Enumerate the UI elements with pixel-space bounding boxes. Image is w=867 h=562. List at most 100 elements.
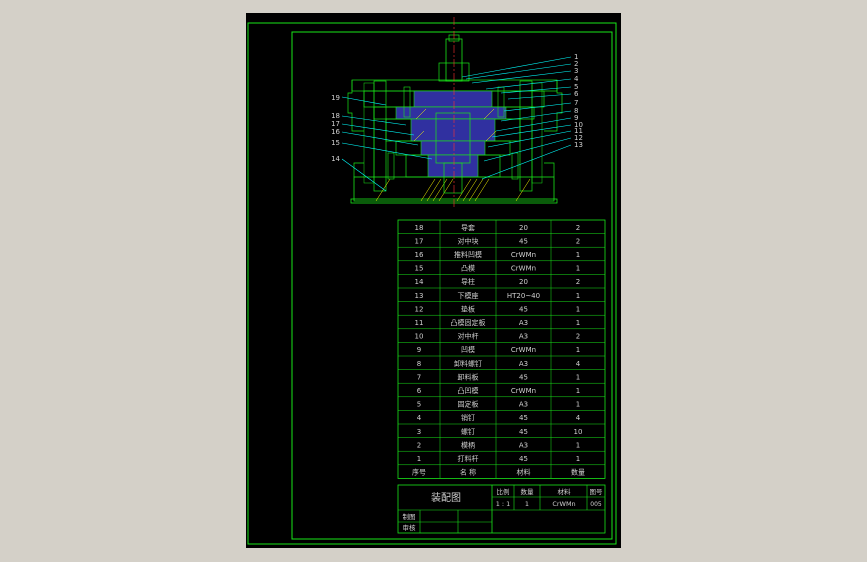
- bom-row-no: 6: [417, 387, 422, 395]
- bill-of-materials-table: 18 导套 20 217 对中块 45 216 推料凹模 CrWMn 115 凸模 CrWMn 114 导…: [397, 219, 606, 479]
- bom-row-material: A3: [519, 441, 528, 449]
- bom-row-no: 14: [415, 278, 424, 286]
- bom-row-name: 模柄: [461, 440, 475, 449]
- callout-15: 15: [331, 139, 340, 147]
- bom-row-qty: 1: [576, 292, 580, 300]
- die-assembly-section-view: [347, 17, 563, 209]
- bom-row-qty: 1: [576, 265, 580, 273]
- bom-row-material: CrWMn: [511, 346, 536, 354]
- bom-row-material: 45: [519, 373, 528, 381]
- bom-row-qty: 1: [576, 455, 580, 463]
- bom-row-qty: 4: [576, 360, 581, 368]
- bom-row-qty: 2: [576, 333, 580, 341]
- bom-row-material: 20: [519, 224, 528, 232]
- bom-row-name: 下模座: [458, 291, 479, 300]
- bom-row-no: 18: [415, 224, 424, 232]
- bom-row-no: 16: [415, 251, 424, 259]
- bom-row-qty: 10: [574, 428, 583, 436]
- bom-row-name: 凸模固定板: [451, 318, 486, 327]
- bom-row-no: 17: [415, 237, 424, 245]
- bom-row-no: 12: [415, 305, 424, 313]
- callout-6: 6: [574, 90, 579, 98]
- bom-row-no: 5: [417, 401, 421, 409]
- callout-17: 17: [331, 120, 340, 128]
- drawn-label: 制图: [403, 512, 416, 521]
- bom-row-material: 20: [519, 278, 528, 286]
- qty-label: 数量: [521, 487, 535, 496]
- checked-label: 审核: [403, 523, 417, 532]
- title-block: 装配图 比例 1 : 1 数量 1 材料 CrWMn 图号 005 制图 审核: [397, 484, 606, 534]
- bom-row-material: 45: [519, 455, 528, 463]
- bom-row-no: 13: [415, 292, 424, 300]
- assembly-drawing: 1 2 3 4 5 6 7 8 9 10 11 12 13 19 18 17 1…: [247, 17, 617, 545]
- bom-row-material: A3: [519, 319, 528, 327]
- bom-header-name: 名 称: [460, 468, 476, 477]
- callout-16: 16: [331, 128, 340, 136]
- bom-row-material: 45: [519, 237, 528, 245]
- bom-row-qty: 1: [576, 346, 580, 354]
- bom-row-material: A3: [519, 401, 528, 409]
- bom-row-name: 对中块: [458, 236, 479, 245]
- callout-7: 7: [574, 99, 578, 107]
- bom-header-material: 材料: [517, 468, 531, 477]
- bom-row-no: 9: [417, 346, 421, 354]
- bom-row-material: CrWMn: [511, 387, 536, 395]
- bom-row-name: 凹模: [461, 345, 475, 354]
- bom-row-no: 15: [415, 265, 424, 273]
- callout-13: 13: [574, 141, 583, 149]
- bom-row-no: 1: [417, 455, 421, 463]
- bom-row-name: 导套: [461, 223, 475, 232]
- bom-header-qty: 数量: [571, 468, 585, 477]
- bom-row-name: 垫板: [461, 304, 475, 313]
- callout-14: 14: [331, 155, 340, 163]
- bom-row-material: CrWMn: [511, 265, 536, 273]
- bom-row-material: 45: [519, 305, 528, 313]
- callout-18: 18: [331, 112, 340, 120]
- material-label: 材料: [558, 487, 572, 496]
- bom-row-no: 2: [417, 441, 421, 449]
- drawing-no-label: 图号: [590, 488, 604, 496]
- bom-row-name: 卸料板: [458, 372, 479, 381]
- bom-row-qty: 1: [576, 373, 580, 381]
- bom-row-qty: 1: [576, 441, 580, 449]
- bom-row-qty: 4: [576, 414, 581, 422]
- bom-row-material: HT20~40: [507, 292, 540, 300]
- bom-row-material: A3: [519, 333, 528, 341]
- bom-row-material: CrWMn: [511, 251, 536, 259]
- drawing-no-value: 005: [590, 501, 602, 508]
- bom-row-no: 4: [417, 414, 422, 422]
- bom-row-qty: 1: [576, 251, 580, 259]
- bom-row-no: 8: [417, 360, 421, 368]
- bom-row-material: 45: [519, 428, 528, 436]
- bom-row-name: 固定板: [458, 400, 479, 409]
- bom-row-qty: 2: [576, 224, 580, 232]
- bom-row-name: 凸凹模: [458, 386, 479, 395]
- bom-row-name: 对中杆: [458, 332, 479, 341]
- bom-row-qty: 1: [576, 319, 580, 327]
- drawing-title: 装配图: [431, 491, 461, 504]
- bom-row-no: 7: [417, 373, 421, 381]
- bom-row-name: 卸料螺钉: [454, 359, 482, 368]
- bom-row-no: 3: [417, 428, 421, 436]
- bom-row-material: A3: [519, 360, 528, 368]
- qty-value: 1: [525, 500, 529, 508]
- material-value: CrWMn: [552, 500, 575, 508]
- scale-label: 比例: [497, 487, 510, 496]
- callout-3: 3: [574, 67, 578, 75]
- scale-value: 1 : 1: [496, 500, 511, 508]
- bom-row-qty: 2: [576, 237, 580, 245]
- drawing-viewport[interactable]: 1 2 3 4 5 6 7 8 9 10 11 12 13 19 18 17 1…: [246, 13, 621, 548]
- bom-row-name: 螺钉: [461, 427, 475, 436]
- bom-row-qty: 2: [576, 278, 580, 286]
- bom-row-name: 打料杆: [458, 454, 479, 463]
- bom-row-qty: 1: [576, 305, 580, 313]
- bom-row-no: 11: [415, 319, 424, 327]
- bom-row-name: 销钉: [461, 413, 475, 422]
- bom-row-qty: 1: [576, 401, 580, 409]
- bom-row-name: 凸模: [461, 264, 475, 273]
- callout-19: 19: [331, 94, 340, 102]
- bom-row-name: 推料凹模: [454, 250, 482, 259]
- bom-header-no: 序号: [412, 468, 426, 477]
- callout-4: 4: [574, 75, 579, 83]
- bom-row-material: 45: [519, 414, 528, 422]
